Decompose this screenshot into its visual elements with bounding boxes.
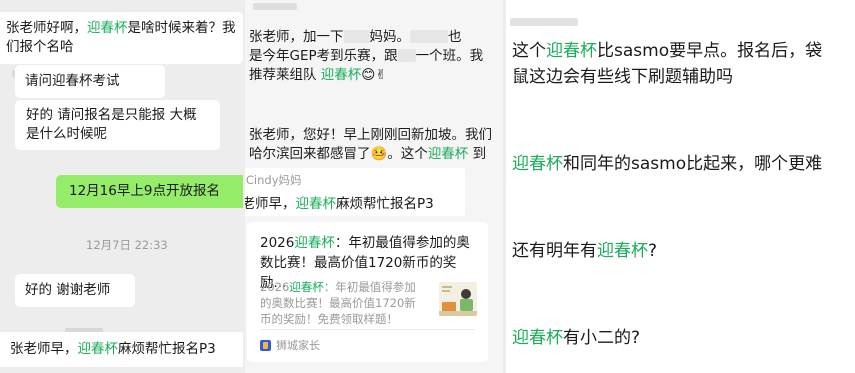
message-text: 12月16早上9点开放报名 [69, 183, 220, 199]
keyword-highlight: 迎春杯 [77, 341, 119, 357]
message-text: 。这个 [387, 146, 428, 162]
message-bubble[interactable]: 张老师，您好！早上刚刚回新加坡。我们哈尔滨回来都感冒了🤒。这个迎春杯 到 [249, 126, 497, 164]
source-logo-icon [260, 339, 271, 351]
card-description: 2026迎春杯：年初最值得参加的奥数比赛！最高价值1720新币的奖励！免费领取样… [260, 279, 425, 327]
message-text: 鼠这边会有些线下刷题辅助吗 [512, 67, 733, 87]
message-text: 张老师早， [10, 341, 78, 357]
message-text-block[interactable]: 还有明年有迎春杯? [512, 238, 657, 264]
message-bubble[interactable]: 张老师好啊，迎春杯是啥时候来着？我们报个名哈 [0, 12, 243, 64]
message-text: 也 [448, 29, 462, 45]
message-text: 比sasmo要早点。报名后，袋 [597, 41, 823, 61]
keyword-highlight: 迎春杯 [512, 154, 563, 174]
quote-sender: P3 Cindy妈妈 [245, 173, 302, 187]
keyword-highlight: 迎春杯 [597, 241, 648, 261]
chat-panel-middle: 张老师，加一下 妈妈。也 是今年GEP考到乐赛，跟 一个班。我 推荐莱组队 迎春杯😊… [245, 0, 503, 373]
message-text: 一个班。我 [415, 48, 484, 64]
keyword-highlight: 迎春杯 [512, 328, 563, 348]
message-text-block[interactable]: 这个迎春杯比sasmo要早点。报名后，袋 鼠这边会有些线下刷题辅助吗 [512, 38, 855, 90]
quote-text: 张老师早，迎春杯麻烦帮忙报名P3 [245, 192, 434, 212]
quoted-message[interactable]: P3 Cindy妈妈 张老师早，迎春杯麻烦帮忙报名P3 [245, 168, 465, 216]
card-title-text: 2026 [260, 235, 295, 251]
message-text: 麻烦帮忙报名P3 [118, 341, 216, 357]
message-text: 张老师早， [245, 196, 296, 212]
message-text: 有小二的? [563, 328, 641, 348]
keyword-highlight: 迎春杯 [294, 235, 335, 251]
message-bubble[interactable]: 好的 谢谢老师 [15, 274, 135, 307]
redacted-text [343, 30, 370, 43]
card-source: 狮城家长 [260, 337, 320, 353]
keyword-highlight: 迎春杯 [295, 196, 337, 212]
message-text: 是今年GEP考到乐赛，跟 [249, 48, 398, 64]
redacted-name [253, 3, 297, 10]
message-text: 张老师，加一下 [249, 29, 344, 45]
sent-message-bubble[interactable]: 12月16早上9点开放报名 [56, 175, 243, 208]
message-bubble[interactable]: 好的 请问报名是只能报 大概是什么时候呢 [15, 100, 220, 150]
message-text-block[interactable]: 迎春杯有小二的? [512, 325, 640, 351]
message-text: 好的 谢谢老师 [25, 282, 111, 298]
link-card[interactable]: 2026迎春杯：年初最值得参加的奥数比赛！最高价值1720新币的奖励... 20… [247, 222, 488, 362]
keyword-highlight: 迎春杯 [320, 67, 362, 83]
card-thumbnail [439, 282, 477, 316]
card-description-text: 2026 [260, 280, 290, 294]
message-text: 麻烦帮忙报名P3 [336, 196, 434, 212]
divider [260, 329, 475, 330]
message-text: 张老师好啊， [6, 20, 87, 36]
keyword-highlight: 迎春杯 [289, 280, 324, 294]
chat-panel-left: 张老师好啊，迎春杯是啥时候来着？我们报个名哈 请问迎春杯考试 好的 请问报名是只… [0, 0, 243, 373]
message-text: 好的 请问报名是只能报 大概是什么时候呢 [26, 107, 197, 142]
message-text: 到 [468, 146, 487, 162]
message-bubble[interactable]: 张老师早，迎春杯麻烦帮忙报名P3 [0, 332, 243, 367]
redacted-name [510, 18, 578, 26]
emoji: 😊✌ [361, 67, 387, 83]
message-text: 推荐莱组队 [249, 67, 321, 83]
emoji: 🤒 [370, 146, 388, 162]
redacted-text [397, 49, 416, 62]
message-text: 这个 [512, 41, 546, 61]
message-text-block[interactable]: 迎春杯和同年的sasmo比起来，哪个更难 [512, 151, 855, 177]
message-text: 妈妈。 [369, 29, 411, 45]
redacted-text [410, 30, 448, 43]
source-name: 狮城家长 [276, 339, 320, 352]
message-bubble[interactable]: 请问迎春杯考试 [15, 65, 165, 98]
message-text: 和同年的sasmo比起来，哪个更难 [563, 154, 823, 174]
message-text: 还有明年有 [512, 241, 597, 261]
keyword-highlight: 迎春杯 [546, 41, 597, 61]
message-bubble[interactable]: 张老师，加一下 妈妈。 也 是今年GEP考到乐赛，跟 一个班。我 推荐莱组队 迎春杯😊… [249, 28, 499, 85]
message-timestamp: 12月7日 22:33 [86, 238, 168, 252]
message-text: 请问迎春杯考试 [25, 73, 120, 89]
screenshot-collage: 张老师好啊，迎春杯是啥时候来着？我们报个名哈 请问迎春杯考试 好的 请问报名是只… [0, 0, 855, 373]
keyword-highlight: 迎春杯 [427, 146, 469, 162]
keyword-highlight: 迎春杯 [87, 20, 128, 36]
message-text: ? [648, 241, 658, 261]
chat-panel-right: 这个迎春杯比sasmo要早点。报名后，袋 鼠这边会有些线下刷题辅助吗 迎春杯和同… [506, 0, 855, 373]
